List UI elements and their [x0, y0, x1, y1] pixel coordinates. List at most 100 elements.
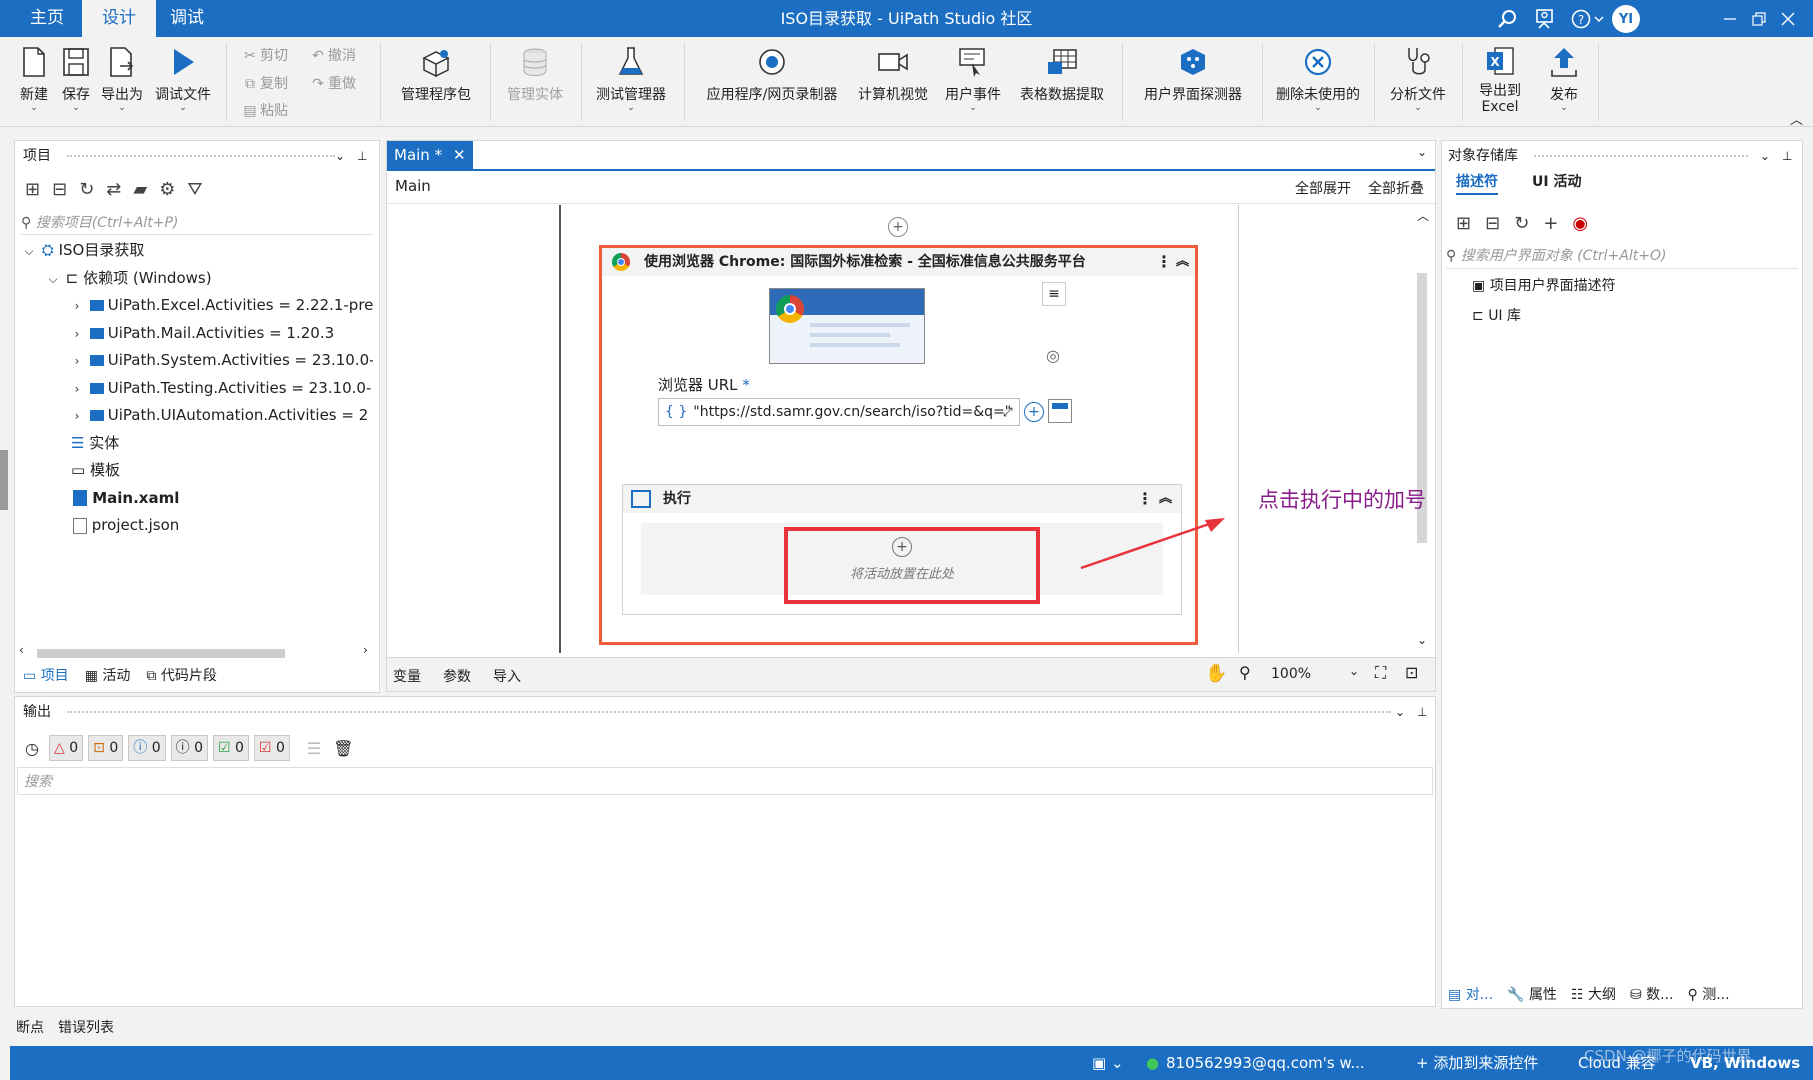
record-icon[interactable]: ◉ — [1572, 213, 1588, 234]
collapse-ribbon-icon[interactable]: ︿ — [1790, 109, 1803, 128]
scroll-thumb[interactable] — [37, 649, 285, 658]
expand-all-icon[interactable]: ⊞ — [25, 179, 40, 203]
tab-snippets[interactable]: ⧉ 代码片段 — [146, 664, 216, 688]
manage-packages-button[interactable]: 管理程序包 — [392, 43, 480, 123]
tab-variables[interactable]: 变量 — [393, 666, 421, 686]
gear-icon[interactable]: ⚙ — [159, 179, 175, 203]
tab-main-document[interactable]: Main * ✕ — [387, 141, 473, 169]
tree-package[interactable]: › UiPath.Excel.Activities = 2.22.1-pre — [21, 292, 373, 320]
passed-filter[interactable]: ☑ 0 — [212, 735, 249, 761]
sync-icon[interactable]: ⇄ — [106, 179, 121, 203]
zoom-level[interactable]: 100% — [1271, 666, 1311, 682]
export-as-button[interactable]: 导出为 ⌄ — [97, 43, 147, 123]
pin-icon[interactable]: ⊥ — [357, 141, 367, 171]
browser-url-input[interactable]: { } "https://std.samr.gov.cn/search/iso?t… — [658, 398, 1020, 426]
tab-breakpoints[interactable]: 断点 — [16, 1017, 44, 1037]
pin-icon[interactable]: ⊥ — [1782, 141, 1792, 171]
close-icon[interactable] — [1774, 5, 1802, 33]
tree-entities[interactable]: ☰ 实体 — [21, 430, 373, 458]
browser-window-icon[interactable] — [1048, 399, 1072, 423]
tree-package[interactable]: › UiPath.Mail.Activities = 1.20.3 — [21, 320, 373, 348]
chevron-down-icon[interactable]: ⌄ — [1760, 141, 1770, 171]
feedback-icon[interactable] — [1532, 5, 1560, 33]
tree-root[interactable]: ⌵ ⛭ ISO目录获取 — [21, 237, 373, 265]
tab-design[interactable]: 设计 — [82, 0, 156, 37]
tab-properties[interactable]: 🔧 属性 — [1507, 984, 1557, 1004]
save-button[interactable]: 保存 ⌄ — [56, 43, 96, 123]
cut-button[interactable]: ✂ 剪切 — [240, 45, 288, 67]
tab-imports[interactable]: 导入 — [493, 666, 521, 686]
user-events-button[interactable]: 用户事件 ⌄ — [938, 43, 1008, 123]
tab-home[interactable]: 主页 — [10, 0, 84, 37]
output-search[interactable]: 搜索 — [17, 767, 1433, 795]
debug-file-button[interactable]: 调试文件 ⌄ — [152, 43, 214, 123]
notification-icon[interactable]: ▣ ⌄ — [1092, 1046, 1124, 1080]
remove-unused-button[interactable]: 删除未使用的 ⌄ — [1270, 43, 1366, 123]
chevron-up-icon[interactable]: ︿ — [1417, 207, 1429, 224]
object-repo-search[interactable]: ⚲ 搜索用户界面对象 (Ctrl+Alt+O) — [1446, 243, 1798, 269]
chevron-down-icon[interactable]: ⌄ — [1395, 697, 1405, 727]
overview-icon[interactable]: ⊡ — [1405, 663, 1418, 682]
computer-vision-button[interactable]: 计算机视觉 — [852, 43, 934, 123]
test-manager-button[interactable]: 测试管理器 ⌄ — [590, 43, 672, 123]
add-source-control[interactable]: + 添加到来源控件 — [1416, 1046, 1538, 1080]
tree-package[interactable]: › UiPath.System.Activities = 23.10.0- — [21, 347, 373, 375]
tab-object-repo[interactable]: ▤ 对... — [1448, 984, 1493, 1004]
clock-icon[interactable]: ◷ — [25, 739, 39, 758]
chevron-down-icon[interactable]: ⌄ — [1349, 664, 1359, 678]
more-options-icon[interactable]: ⋮ — [1137, 485, 1153, 513]
chevron-down-icon[interactable]: ⌄ — [1417, 633, 1427, 647]
fit-screen-icon[interactable]: ⛶ — [1375, 663, 1386, 683]
search-icon[interactable] — [1493, 5, 1521, 33]
tree-package[interactable]: › UiPath.Testing.Activities = 23.10.0- — [21, 375, 373, 403]
chevron-down-icon[interactable]: ⌄ — [1417, 145, 1427, 159]
chevron-right-icon[interactable]: › — [363, 643, 368, 657]
trace-filter[interactable]: ⓘ 0 — [170, 735, 208, 761]
chevron-right-icon[interactable]: › — [69, 348, 85, 375]
tab-activities[interactable]: ▦ 活动 — [85, 664, 131, 688]
publish-button[interactable]: 发布 ⌄ — [1536, 43, 1592, 123]
account-status[interactable]: 810562993@qq.com's w... — [1166, 1046, 1365, 1080]
tree-main-xaml[interactable]: Main.xaml — [21, 485, 373, 513]
trash-icon[interactable]: 🗑 — [333, 739, 353, 758]
browser-screenshot-thumbnail[interactable] — [769, 288, 925, 364]
new-button[interactable]: 新建 ⌄ — [14, 43, 54, 123]
menu-icon[interactable]: ≡ — [1042, 282, 1066, 306]
tree-ui-library[interactable]: ⊏ UI 库 — [1472, 303, 1792, 331]
warnings-filter[interactable]: ⊡ 0 — [88, 735, 124, 761]
errors-filter[interactable]: △ 0 — [48, 735, 84, 761]
plus-circle-icon[interactable]: + — [1024, 402, 1044, 422]
tab-error-list[interactable]: 错误列表 — [58, 1017, 114, 1037]
chevron-right-icon[interactable]: › — [69, 321, 85, 348]
filter-icon[interactable]: ⛛ — [187, 179, 202, 203]
user-avatar[interactable]: YI — [1612, 5, 1640, 33]
execute-header[interactable]: 执行 ⋮ ︽ — [623, 485, 1181, 513]
recorder-button[interactable]: 应用程序/网页录制器 — [697, 43, 847, 123]
expand-all-button[interactable]: 全部展开 — [1295, 178, 1351, 198]
collapse-icon[interactable]: ︽ — [1176, 248, 1189, 276]
help-icon[interactable]: ? — [1570, 5, 1606, 33]
expand-all-icon[interactable]: ⊞ — [1456, 213, 1471, 234]
refresh-icon[interactable]: ↻ — [79, 179, 94, 203]
breadcrumb[interactable]: Main — [395, 177, 431, 195]
redo-button[interactable]: ↷ 重做 — [308, 73, 356, 95]
tree-package[interactable]: › UiPath.UIAutomation.Activities = 2 — [21, 402, 373, 430]
tree-templates[interactable]: ▭ 模板 — [21, 457, 373, 485]
chevron-right-icon[interactable]: › — [69, 403, 85, 430]
tab-outline[interactable]: ☷ 大纲 — [1571, 984, 1616, 1004]
manage-entities-button[interactable]: 管理实体 — [500, 43, 570, 123]
chevron-right-icon[interactable]: › — [69, 293, 85, 320]
copy-button[interactable]: ⧉ 复制 — [240, 73, 288, 95]
ui-explorer-button[interactable]: 用户界面探测器 — [1132, 43, 1254, 123]
refresh-icon[interactable]: ↻ — [1514, 213, 1529, 234]
collapse-all-icon[interactable]: ⊟ — [1485, 213, 1500, 234]
chevron-right-icon[interactable]: › — [69, 376, 85, 403]
chevron-down-icon[interactable]: ⌄ — [335, 141, 345, 171]
collapse-all-icon[interactable]: ⊟ — [52, 179, 67, 203]
tab-project[interactable]: ▭ 项目 — [23, 664, 69, 688]
project-search[interactable]: ⚲ 搜索项目(Ctrl+Alt+P) — [21, 211, 373, 235]
tree-ui-descriptors[interactable]: ▣ 项目用户界面描述符 — [1472, 273, 1792, 301]
paste-button[interactable]: ▤ 粘贴 — [240, 100, 288, 122]
tree-project-json[interactable]: project.json — [21, 512, 373, 540]
export-excel-button[interactable]: X 导出到 Excel — [1470, 43, 1530, 123]
